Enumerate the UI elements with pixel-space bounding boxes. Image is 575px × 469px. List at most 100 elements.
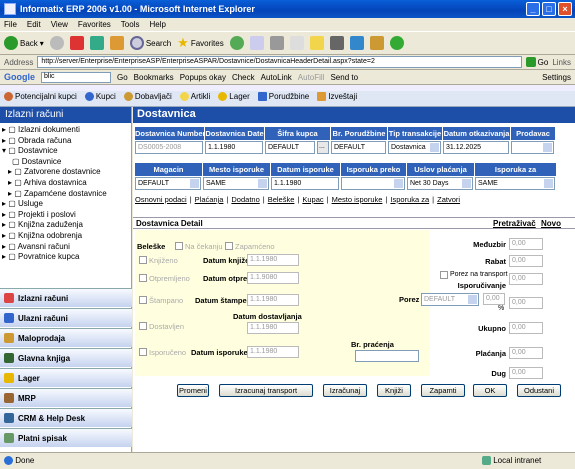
mesto-isporuke-select[interactable]: SAME (203, 177, 269, 190)
bookmarks-button[interactable]: Bookmarks (134, 73, 174, 82)
dostavljen-checkbox[interactable] (139, 322, 147, 330)
nav-lager[interactable]: Lager (0, 368, 132, 387)
print-icon[interactable] (269, 36, 284, 50)
isporuceno-checkbox[interactable] (139, 348, 147, 356)
tip-transakcije-select[interactable]: Dostavnica (388, 141, 441, 154)
toolbar-porudzbine[interactable]: Porudžbine (257, 92, 309, 101)
knjizi-button[interactable]: Knjiži (377, 384, 411, 397)
novo-link[interactable]: Novo (541, 219, 561, 228)
tab-isporuka-za[interactable]: Isporuka za (390, 195, 429, 204)
extra-icon[interactable] (389, 36, 404, 50)
otpremljeno-checkbox[interactable] (139, 274, 147, 282)
isporuka-preko-select[interactable] (341, 177, 405, 190)
maximize-button[interactable]: □ (542, 2, 556, 16)
back-button[interactable]: Back ▾ (4, 36, 44, 50)
tree-item-knjizna-zaduzenja[interactable]: ▸ ▢ Knjižna zaduženja (2, 220, 129, 231)
nav-glavna-knjiga[interactable]: Glavna knjiga (0, 348, 132, 367)
close-button[interactable]: × (558, 2, 572, 16)
ukupno-field[interactable]: 0,00 (509, 322, 543, 334)
tree-item-dostavnice[interactable]: ▾ ▢ Dostavnice (2, 146, 129, 157)
izracunaj-transport-button[interactable]: Izracunaj transport (219, 384, 313, 397)
knjizeno-checkbox[interactable] (139, 256, 147, 264)
tree-item-usluge[interactable]: ▸ ▢ Usluge (2, 199, 129, 210)
zapamceno-checkbox[interactable] (225, 242, 233, 250)
dostavnica-number-field[interactable]: DS0005-2008 (135, 141, 203, 154)
refresh-icon[interactable] (89, 36, 104, 50)
br-pracenja-field[interactable] (355, 350, 419, 362)
tab-zatvori[interactable]: Zatvori (437, 195, 460, 204)
nav-crm[interactable]: CRM & Help Desk (0, 408, 132, 427)
datum-otkazivanja-field[interactable]: 31.12.2025 (443, 141, 509, 154)
ok-button[interactable]: OK (473, 384, 507, 397)
stampano-checkbox[interactable] (139, 296, 147, 304)
stop-icon[interactable] (69, 36, 84, 50)
nav-ulazni-racuni[interactable]: Ulazni računi (0, 308, 132, 327)
menu-file[interactable]: File (4, 20, 17, 29)
datum-dostavljanja-field[interactable]: 1.1.1980 (247, 322, 299, 334)
tab-dodatno[interactable]: Dodatno (231, 195, 259, 204)
folder-icon[interactable] (309, 36, 324, 50)
porez-select[interactable]: DEFAULT (421, 293, 479, 306)
datum-knjizenja-field[interactable]: 1.1.1980 (247, 254, 299, 266)
tree-item-dostavnice-sub[interactable]: ▢ Dostavnice (2, 157, 129, 168)
favorites-button[interactable]: ★ Favorites (177, 35, 224, 51)
tree-item-zapamcene-dostavnice[interactable]: ▸ ▢ Zapamćene dostavnice (2, 189, 129, 200)
google-go-button[interactable]: Go (117, 73, 128, 82)
links-label[interactable]: Links (552, 58, 571, 67)
toolbar-dobavljaci[interactable]: Dobavljači (123, 92, 172, 101)
toolbar-potencijalni-kupci[interactable]: Potencijalni kupci (4, 92, 77, 101)
izracunaj-button[interactable]: Izračunaj (323, 384, 367, 397)
tree-item-povratnice-kupca[interactable]: ▸ ▢ Povratnice kupca (2, 252, 129, 263)
menu-edit[interactable]: Edit (27, 20, 41, 29)
datum-isporuke-field[interactable]: 1.1.1980 (271, 177, 339, 190)
address-input[interactable]: http://server/Enterprise/EnterpriseASP/E… (37, 56, 522, 68)
na-cekanju-checkbox[interactable] (175, 242, 183, 250)
google-search-input[interactable]: blic (41, 71, 111, 83)
nav-izlazni-racuni[interactable]: Izlazni računi (0, 288, 132, 307)
tab-kupac[interactable]: Kupac (302, 195, 323, 204)
tool-icon[interactable] (369, 36, 384, 50)
menu-favorites[interactable]: Favorites (78, 20, 111, 29)
pretrazivac-link[interactable]: Pretraživač (493, 219, 536, 228)
forward-icon[interactable] (49, 36, 64, 50)
edit-icon[interactable] (289, 36, 304, 50)
toolbar-artikli[interactable]: Artikli (179, 92, 210, 101)
magacin-select[interactable]: DEFAULT (135, 177, 201, 190)
minimize-button[interactable]: _ (526, 2, 540, 16)
placanja-field[interactable]: 0,00 (509, 347, 543, 359)
tree-item-zatvorene-dostavnice[interactable]: ▸ ▢ Zatvorene dostavnice (2, 167, 129, 178)
toolbar-izvestaji[interactable]: Izveštaji (317, 92, 357, 101)
uslov-placanja-select[interactable]: Net 30 Days (407, 177, 473, 190)
tree-item-obrada-racuna[interactable]: ▸ ▢ Obrada računa (2, 136, 129, 147)
go-button[interactable]: Go (525, 57, 548, 67)
check-button[interactable]: Check (232, 73, 255, 82)
search-button[interactable]: Search (129, 36, 171, 50)
home-icon[interactable] (109, 36, 124, 50)
medjuzbir-field[interactable]: 0,00 (509, 238, 543, 250)
tab-osnovni-podaci[interactable]: Osnovni podaci (135, 195, 187, 204)
tree-item-izlazni-dokumenti[interactable]: ▸ ▢ Izlazni dokumenti (2, 125, 129, 136)
autolink-button[interactable]: AutoLink (261, 73, 292, 82)
datum-stampe-field[interactable]: 1.1.1980 (247, 294, 299, 306)
autofill-button[interactable]: AutoFill (298, 73, 325, 82)
porez-field[interactable]: 0,00 (509, 297, 543, 309)
popups-button[interactable]: Popups okay (180, 73, 226, 82)
datum-isporuke-detail-field[interactable]: 1.1.1980 (247, 346, 299, 358)
messenger-icon[interactable] (329, 36, 344, 50)
mail-icon[interactable] (249, 36, 264, 50)
isporucivanje-field[interactable]: 0,00 (509, 273, 543, 285)
nav-platni-spisak[interactable]: Platni spisak (0, 428, 132, 447)
menu-help[interactable]: Help (149, 20, 165, 29)
porez-percent-field[interactable]: 0,00 (483, 293, 505, 305)
nav-maloprodaja[interactable]: Maloprodaja (0, 328, 132, 347)
porez-transport-checkbox[interactable] (440, 271, 448, 279)
zapamti-button[interactable]: Zapamti (421, 384, 465, 397)
menu-tools[interactable]: Tools (121, 20, 140, 29)
tab-placanja[interactable]: Plaćanja (195, 195, 224, 204)
toolbar-lager[interactable]: Lager (218, 92, 250, 101)
tree-item-avansni-racuni[interactable]: ▸ ▢ Avansni računi (2, 242, 129, 253)
tab-mesto-isporuke[interactable]: Mesto isporuke (332, 195, 383, 204)
toolbar-kupci[interactable]: Kupci (84, 92, 116, 101)
promeni-button[interactable]: Promeni (177, 384, 209, 397)
tree-item-arhiva-dostavnica[interactable]: ▸ ▢ Arhiva dostavnica (2, 178, 129, 189)
